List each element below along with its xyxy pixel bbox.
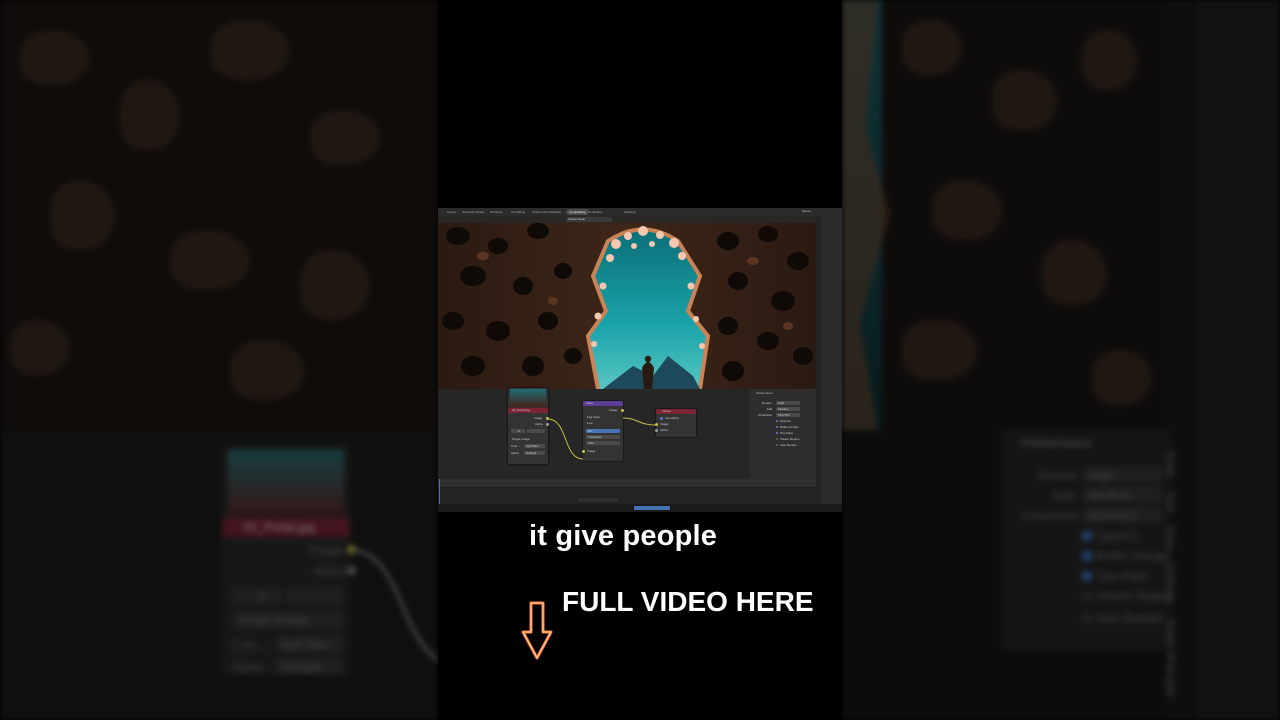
output-image-label: Image bbox=[310, 543, 344, 557]
video-caption: it give people bbox=[529, 520, 718, 552]
alpha-label: Alpha bbox=[232, 660, 263, 674]
rock-shape bbox=[210, 20, 290, 80]
rock-shape bbox=[120, 80, 180, 150]
viewer-region-label: Viewer Region bbox=[1096, 589, 1174, 603]
down-arrow-icon[interactable] bbox=[520, 600, 554, 662]
tab-sculpting[interactable]: Sculpting bbox=[490, 209, 502, 215]
tab-layout[interactable]: Layout bbox=[447, 209, 456, 215]
playhead[interactable] bbox=[439, 479, 440, 504]
output-alpha-label: Alpha bbox=[314, 564, 345, 578]
two-pass-checkbox[interactable] bbox=[1082, 571, 1092, 581]
tab-tool[interactable]: Tool bbox=[1164, 490, 1178, 512]
tab-scripting[interactable]: Scripting bbox=[624, 209, 636, 215]
viewer-selector[interactable]: Viewer Node bbox=[566, 217, 612, 222]
tab-uv-editing[interactable]: UV Editing bbox=[511, 209, 525, 215]
node-link bbox=[352, 548, 438, 662]
buffer-groups-checkbox[interactable] bbox=[776, 426, 778, 428]
colorspace-value: AgX Bas... bbox=[281, 638, 338, 652]
performance-title: Performance bbox=[1022, 436, 1091, 450]
edit-value: Medium bbox=[1089, 489, 1132, 503]
auto-render-checkbox[interactable] bbox=[776, 444, 778, 446]
tab-shading[interactable]: Shading bbox=[550, 209, 561, 215]
frame-field[interactable] bbox=[232, 588, 282, 604]
auto-render-label: Auto Render bbox=[1096, 611, 1164, 625]
playback-controls[interactable] bbox=[578, 498, 618, 502]
edit-label: Edit bbox=[1054, 489, 1075, 503]
portal-render-image bbox=[438, 216, 816, 389]
rock-shape bbox=[1082, 30, 1137, 90]
timeline-ruler bbox=[438, 485, 816, 486]
opencl-checkbox[interactable] bbox=[1082, 531, 1092, 541]
chunksize-value: 512×512 bbox=[778, 413, 790, 417]
compositor-header: Viewer Node bbox=[438, 216, 816, 223]
two-pass-label: Two Pass bbox=[780, 431, 794, 435]
frame-value: 0 bbox=[259, 590, 266, 604]
tab-node[interactable]: Node bbox=[1164, 450, 1178, 479]
rock-shape bbox=[992, 70, 1057, 130]
tab-geometry-nodes[interactable]: Geometry Nodes bbox=[462, 209, 485, 215]
auto-render-label: Auto Render bbox=[780, 443, 797, 447]
rock-shape bbox=[230, 340, 305, 400]
rock-shape bbox=[1042, 240, 1107, 305]
two-pass-label: Two Pass bbox=[1096, 569, 1149, 583]
status-bar bbox=[438, 504, 842, 512]
rock-shape bbox=[170, 230, 250, 290]
rock-shape bbox=[20, 30, 90, 85]
performance-panel: Performance Render High Edit Medium Chun… bbox=[750, 389, 816, 479]
tab-compositing[interactable]: Compositing bbox=[567, 209, 588, 215]
compositor-backdrop bbox=[438, 216, 816, 389]
viewer-region-checkbox[interactable] bbox=[1082, 591, 1092, 601]
rock-shape bbox=[300, 250, 370, 320]
performance-title: Performance bbox=[756, 391, 774, 395]
video-frame: Layout Geometry Nodes Sculpting UV Editi… bbox=[438, 0, 842, 720]
chunksize-value: 512×512 bbox=[1089, 509, 1137, 523]
buffer-groups-label: Buffer Groups bbox=[780, 425, 799, 429]
tab-rendering[interactable]: Rendering bbox=[588, 209, 602, 215]
rock-shape bbox=[10, 320, 70, 375]
tab-texture-paint[interactable]: Texture Paint bbox=[532, 209, 550, 215]
blurred-background-left: 02_Portal.jpg Image Alpha 0 Single Image… bbox=[0, 0, 438, 720]
tab-options[interactable]: Options bbox=[1164, 562, 1178, 603]
node-preview-thumbnail bbox=[228, 450, 344, 514]
workspace-topbar: Layout Geometry Nodes Sculpting UV Editi… bbox=[438, 208, 842, 216]
rock-shape bbox=[50, 180, 115, 250]
properties-sidebar bbox=[1195, 0, 1280, 720]
color-label: Colo... bbox=[232, 638, 267, 652]
chunksize-label: Chunksize bbox=[1022, 509, 1079, 523]
full-video-link[interactable]: FULL VIDEO HERE bbox=[562, 586, 814, 618]
viewer-region-label: Viewer Region bbox=[780, 437, 800, 441]
properties-tabs bbox=[816, 216, 821, 512]
tab-node-wrangler[interactable]: Node Wrangler bbox=[1164, 618, 1178, 698]
render-label: Render bbox=[762, 401, 772, 405]
rock-shape bbox=[1092, 350, 1152, 405]
edit-value: Medium bbox=[778, 407, 789, 411]
image-browse-button[interactable] bbox=[286, 588, 342, 604]
viewer-region-checkbox[interactable] bbox=[776, 438, 778, 440]
rock-shape bbox=[310, 110, 380, 165]
node-links bbox=[547, 417, 657, 460]
blender-window: Layout Geometry Nodes Sculpting UV Editi… bbox=[438, 208, 842, 512]
alpha-mode-value: Straight bbox=[281, 660, 323, 674]
buffer-groups-label: Buffer Groups bbox=[1096, 549, 1171, 563]
render-label: Render bbox=[1038, 469, 1078, 483]
auto-render-checkbox[interactable] bbox=[1082, 613, 1092, 623]
rock-shape bbox=[902, 320, 977, 380]
chunksize-label: Chunksize bbox=[758, 413, 773, 417]
node-title: 02_Portal.jpg bbox=[244, 520, 315, 534]
edit-label: Edit bbox=[767, 407, 773, 411]
progress-indicator bbox=[634, 506, 670, 510]
buffer-groups-checkbox[interactable] bbox=[1082, 551, 1092, 561]
opencl-label: OpenCL bbox=[780, 419, 792, 423]
render-value: High bbox=[1089, 469, 1114, 483]
render-value: High bbox=[778, 401, 785, 405]
scene-label[interactable]: Scene bbox=[802, 209, 811, 213]
blurred-background-right: Performance Render High Edit Medium Chun… bbox=[842, 0, 1280, 720]
opencl-label: OpenCL bbox=[1096, 529, 1141, 543]
tab-view[interactable]: View bbox=[1164, 525, 1178, 551]
opencl-checkbox[interactable] bbox=[776, 420, 778, 422]
source-value: Single Image bbox=[238, 613, 309, 627]
rock-shape bbox=[932, 180, 1002, 240]
rock-shape bbox=[902, 20, 962, 75]
two-pass-checkbox[interactable] bbox=[776, 432, 778, 434]
